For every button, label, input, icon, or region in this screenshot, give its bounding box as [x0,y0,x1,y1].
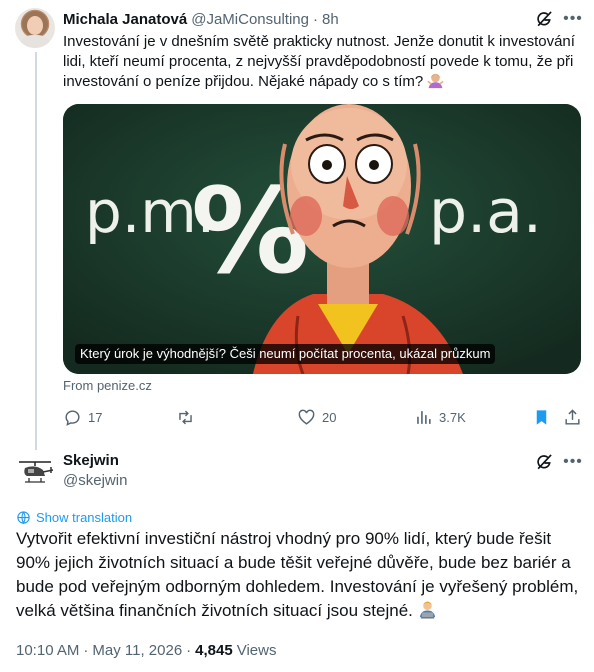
avatar[interactable] [15,452,55,492]
bookmark-icon [536,409,547,425]
separator: · [186,641,192,659]
like-button[interactable]: 20 [297,405,336,429]
retweet-icon [179,410,192,424]
globe-icon [17,510,30,524]
views-label: Views [236,641,277,659]
chalk-text-pa: p.a. [429,177,542,247]
tweet-text: Vytvořit efektivní investiční nástroj vh… [16,529,579,620]
thread-connector-line [35,52,37,450]
helicopter-icon [19,461,54,483]
tweet-text: Investování je v dnešním světě prakticky… [63,33,575,90]
grok-icon[interactable] [534,9,554,29]
separator: · [313,10,318,28]
author-handle[interactable]: @JaMiConsulting [191,11,309,28]
retweet-button[interactable] [176,405,201,429]
woman-shrugging-icon [427,73,445,89]
show-translation-label: Show translation [36,509,133,525]
author-name[interactable]: Michala Janatová [63,11,187,28]
man-technologist-icon [419,601,435,619]
share-icon [565,408,580,425]
more-options-icon[interactable]: ••• [562,8,584,30]
like-count: 20 [322,409,337,425]
grok-icon[interactable] [534,452,554,472]
views-button[interactable]: 3.7K [414,405,466,429]
tweet-actions: 17 20 3.7K [63,405,583,429]
bookmark-button[interactable] [532,405,551,429]
more-options-icon[interactable]: ••• [562,451,584,473]
card-image: p.m. % p.a. [63,104,581,374]
views-count: 4,845 [195,641,233,659]
reply-button[interactable]: 17 [63,405,102,429]
views-count: 3.7K [439,409,466,425]
author-name[interactable]: Skejwin [63,451,119,471]
avatar[interactable] [15,8,55,48]
tweet-time[interactable]: 10:10 AM [16,642,79,659]
heart-icon [298,409,315,425]
tweet-date[interactable]: May 11, 2026 [92,642,182,659]
card-caption[interactable]: Který úrok je výhodnější? Češi neumí poč… [75,344,496,364]
tweet-metadata: 10:10 AM · May 11, 2026 · 4,845 Views [16,640,276,660]
reply-icon [65,410,80,426]
views-bar-chart-icon [417,410,431,424]
reply-count: 17 [88,409,103,425]
author-handle[interactable]: @skejwin [63,471,127,491]
card-source[interactable]: From penize.cz [63,378,152,393]
separator: · [83,641,89,659]
show-translation-link[interactable]: Show translation [16,507,132,527]
tweet-time[interactable]: 8h [322,11,339,28]
link-card[interactable]: p.m. % p.a. Který úrok je výhodnější? Če… [63,104,581,374]
share-button[interactable] [563,405,582,429]
parent-tweet-header: Michala Janatová @JaMiConsulting · 8h [63,9,339,29]
